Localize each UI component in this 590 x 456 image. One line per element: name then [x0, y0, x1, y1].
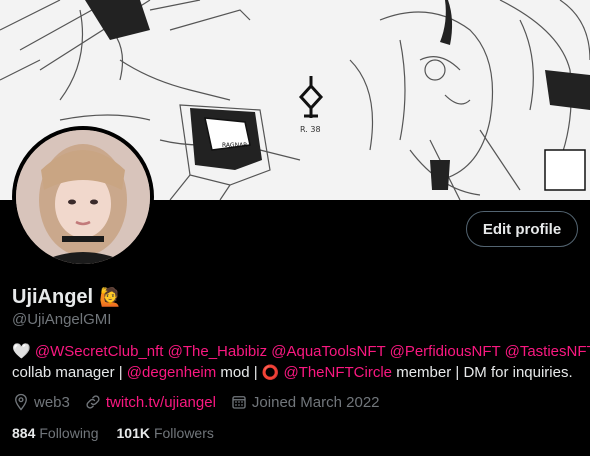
circle-emoji: ⭕ — [261, 364, 280, 380]
username-handle: @UjiAngelGMI — [12, 311, 112, 328]
mention-link[interactable]: @PerfidiousNFT — [390, 343, 501, 360]
followers-label: Followers — [153, 425, 214, 441]
svg-text:RAGNAR: RAGNAR — [222, 142, 247, 149]
website-item[interactable]: twitch.tv/ujiangel — [84, 393, 216, 411]
bio-text: member | DM for inquiries. — [396, 364, 573, 381]
mention-link[interactable]: @degenheim — [127, 364, 216, 381]
location-item: web3 — [12, 393, 70, 411]
profile-bio: 🤍 @WSecretClub_nft @The_Habibiz @AquaToo… — [12, 342, 590, 383]
followers-count: 101K — [116, 425, 150, 441]
banner-caption: R. 38 — [300, 125, 321, 134]
display-name: UjiAngel — [12, 286, 94, 308]
joined-text: Joined March 2022 — [251, 393, 380, 411]
white-heart-emoji: 🤍 — [12, 343, 31, 360]
avatar-photo — [16, 130, 150, 264]
mention-link[interactable]: @The_Habibiz — [168, 343, 267, 360]
follow-stats: 884 Following 101K Followers — [12, 425, 232, 441]
mention-link[interactable]: @TheNFTCircle — [283, 364, 392, 381]
following-stat[interactable]: 884 Following — [12, 425, 99, 441]
location-text: web3 — [34, 393, 70, 411]
mention-link[interactable]: @TastiesNFT — [505, 343, 590, 360]
bio-text: collab manager | — [12, 364, 123, 381]
joined-item: Joined March 2022 — [230, 393, 380, 411]
mention-link[interactable]: @WSecretClub_nft — [35, 343, 164, 360]
profile-meta: web3 twitch.tv/ujiangel Joined March 202… — [12, 393, 394, 411]
bio-line-2: collab manager | @degenheim mod | ⭕ @The… — [12, 362, 582, 383]
raising-hand-emoji: 🙋 — [99, 287, 122, 307]
profile-name-row: UjiAngel 🙋 — [12, 286, 122, 309]
followers-stat[interactable]: 101K Followers — [117, 425, 214, 441]
following-count: 884 — [12, 425, 36, 441]
bio-line-1: 🤍 @WSecretClub_nft @The_Habibiz @AquaToo… — [12, 342, 590, 362]
mention-link[interactable]: @AquaToolsNFT — [271, 343, 385, 360]
location-pin-icon — [15, 393, 27, 411]
link-icon — [86, 395, 100, 409]
calendar-icon — [232, 396, 246, 409]
following-label: Following — [39, 425, 99, 441]
avatar[interactable] — [12, 126, 154, 268]
bio-text: mod | — [220, 364, 258, 381]
edit-profile-button[interactable]: Edit profile — [466, 211, 578, 247]
website-link[interactable]: twitch.tv/ujiangel — [106, 394, 216, 411]
